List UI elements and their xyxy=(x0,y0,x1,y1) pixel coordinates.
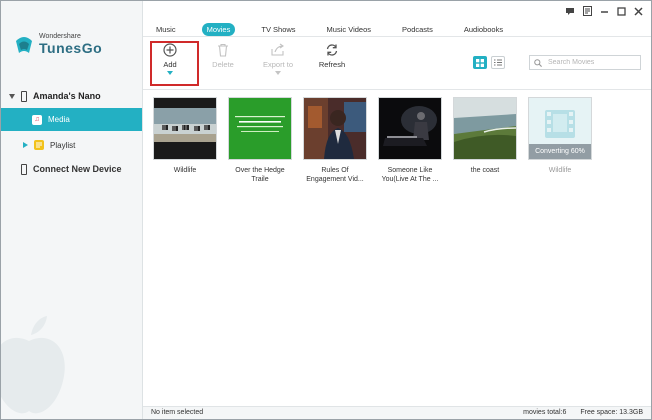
movie-thumbnail[interactable] xyxy=(303,97,367,160)
app-logo: Wondershare TunesGo xyxy=(13,33,102,55)
device-icon xyxy=(21,163,27,175)
list-icon xyxy=(494,59,502,66)
expand-arrow-icon[interactable] xyxy=(9,93,15,99)
movie-item[interactable]: Over the Hedge Traile xyxy=(228,97,292,184)
movie-thumbnail[interactable] xyxy=(228,97,292,160)
movie-thumbnail[interactable] xyxy=(453,97,517,160)
movie-item[interactable]: Wildlife xyxy=(153,97,217,175)
add-button[interactable]: Add xyxy=(148,43,192,75)
tab-music-videos[interactable]: Music Videos xyxy=(322,23,376,36)
tab-music[interactable]: Music xyxy=(151,23,181,36)
coast-image xyxy=(454,98,516,159)
movie-thumbnail[interactable]: Converting 60% xyxy=(528,97,592,160)
sidebar-item-label: Playlist xyxy=(50,140,76,150)
register-icon[interactable] xyxy=(582,6,592,16)
tunesgo-logo-icon xyxy=(13,33,35,55)
grid-icon xyxy=(476,58,484,67)
tab-podcasts[interactable]: Podcasts xyxy=(397,23,438,36)
connect-label: Connect New Device xyxy=(33,164,122,174)
tab-audiobooks[interactable]: Audiobooks xyxy=(459,23,508,36)
dropdown-arrow-icon[interactable] xyxy=(275,71,281,75)
movie-item[interactable]: Converting 60% Wildlife xyxy=(528,97,592,175)
export-label: Export to xyxy=(262,60,293,69)
zebras-image xyxy=(154,98,216,159)
grid-view-button[interactable] xyxy=(473,56,487,69)
plus-circle-icon xyxy=(163,43,177,57)
tab-movies[interactable]: Movies xyxy=(201,23,236,36)
search-input[interactable] xyxy=(548,59,638,66)
device-item[interactable]: Amanda's Nano xyxy=(9,89,101,103)
music-note-icon: ♫ xyxy=(32,114,42,125)
sidebar-item-playlist[interactable]: Playlist xyxy=(23,139,75,151)
tab-divider xyxy=(143,36,651,37)
playlist-icon xyxy=(34,140,44,150)
movie-title: Wildlife xyxy=(173,167,197,174)
movie-title: Someone Like You(Live At The ... xyxy=(381,167,439,183)
brand-title: TunesGo xyxy=(39,40,103,56)
feedback-icon[interactable] xyxy=(565,6,575,16)
expand-arrow-icon[interactable] xyxy=(23,142,28,148)
movie-title: Wildlife xyxy=(548,167,572,174)
search-icon xyxy=(534,58,542,67)
refresh-button[interactable]: Refresh xyxy=(310,43,354,69)
movie-title: the coast xyxy=(470,167,500,174)
tab-tv-shows[interactable]: TV Shows xyxy=(256,23,300,36)
speaker-image xyxy=(304,98,366,159)
list-view-button[interactable] xyxy=(491,56,505,69)
sidebar: Wondershare TunesGo Amanda's Nano ♫ Medi… xyxy=(1,1,143,419)
movie-title: Rules Of Engagement Vid... xyxy=(306,167,364,183)
close-icon[interactable] xyxy=(633,6,643,16)
sidebar-item-label: Media xyxy=(48,115,70,124)
refresh-label: Refresh xyxy=(318,60,346,69)
movie-thumbnail[interactable] xyxy=(153,97,217,160)
sidebar-item-media[interactable]: ♫ Media xyxy=(1,108,142,131)
movie-item[interactable]: Someone Like You(Live At The ... xyxy=(378,97,442,184)
movie-item[interactable]: Rules Of Engagement Vid... xyxy=(303,97,367,184)
selection-status: No item selected xyxy=(151,409,204,416)
refresh-icon xyxy=(326,44,338,56)
free-space: Free space: 13.3GB xyxy=(580,409,643,416)
export-icon xyxy=(271,43,284,56)
movie-thumbnail[interactable] xyxy=(378,97,442,160)
delete-label: Delete xyxy=(212,60,234,69)
dropdown-arrow-icon[interactable] xyxy=(167,71,173,75)
delete-button[interactable]: Delete xyxy=(201,43,245,69)
search-box[interactable] xyxy=(529,55,641,70)
connect-new-device[interactable]: Connect New Device xyxy=(21,163,122,175)
movies-total: movies total:6 xyxy=(523,409,567,416)
movie-item[interactable]: the coast xyxy=(453,97,517,175)
add-label: Add xyxy=(163,60,177,69)
green-preview-image xyxy=(229,98,291,159)
category-tabs: Music Movies TV Shows Music Videos Podca… xyxy=(151,23,529,36)
app-window: Wondershare TunesGo Amanda's Nano ♫ Medi… xyxy=(0,0,652,420)
piano-image xyxy=(379,98,441,159)
trash-icon xyxy=(218,43,228,57)
ipod-icon xyxy=(21,90,27,102)
movie-title: Over the Hedge Traile xyxy=(235,167,285,183)
minimize-icon[interactable] xyxy=(599,6,609,16)
apple-watermark-icon xyxy=(1,316,65,414)
status-bar: No item selected movies total:6 Free spa… xyxy=(143,406,651,419)
window-controls xyxy=(565,6,643,16)
converting-status: Converting 60% xyxy=(529,144,591,159)
device-name: Amanda's Nano xyxy=(33,91,101,101)
export-button[interactable]: Export to xyxy=(256,43,300,75)
toolbar-divider xyxy=(143,89,651,90)
maximize-icon[interactable] xyxy=(616,6,626,16)
